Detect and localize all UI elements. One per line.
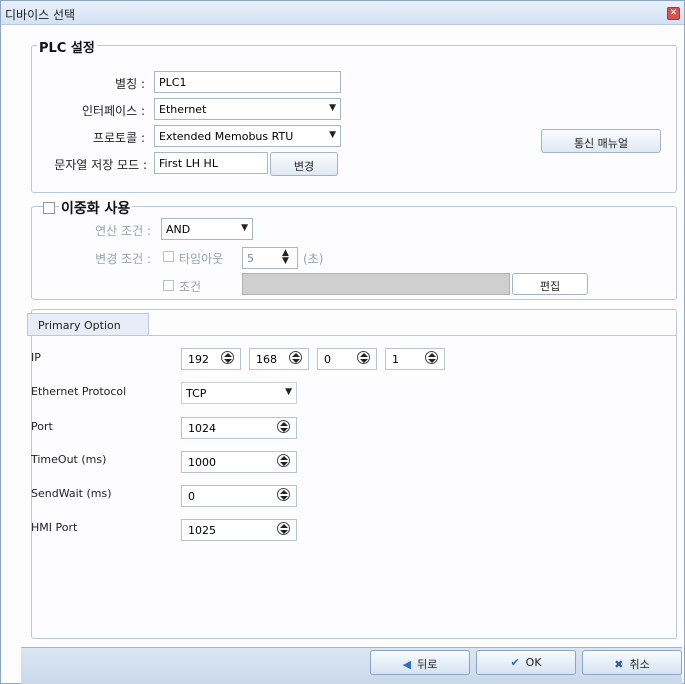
back-button[interactable]: ◀ 뒤로 bbox=[370, 650, 470, 675]
string-mode-label: 문자열 저장 모드 : bbox=[54, 158, 147, 172]
ip-label: IP bbox=[31, 351, 41, 364]
timeout-ms-label: TimeOut (ms) bbox=[31, 453, 107, 466]
close-x-icon: ✖ bbox=[614, 658, 624, 671]
condition-field bbox=[242, 273, 510, 295]
cancel-button-label: 취소 bbox=[629, 658, 650, 671]
timeout-checkbox[interactable] bbox=[163, 251, 174, 262]
timeout-unit: (초) bbox=[303, 252, 324, 266]
ip-octet-3-spinner-icon[interactable] bbox=[357, 351, 370, 364]
ip-octet-2-spinner-icon[interactable] bbox=[289, 351, 302, 364]
interface-label: 인터페이스 : bbox=[81, 104, 145, 118]
window-title: 디바이스 선택 bbox=[5, 8, 76, 22]
operation-condition-select[interactable]: AND bbox=[161, 218, 253, 240]
port-spinner-icon[interactable] bbox=[277, 420, 290, 433]
string-mode-field: First LH HL bbox=[154, 152, 268, 174]
ok-button[interactable]: ✔ OK bbox=[476, 650, 576, 675]
redundancy-title: 이중화 사용 bbox=[59, 198, 133, 218]
timeout-spinner-icon[interactable]: ▲ ▼ bbox=[282, 249, 289, 266]
ip-octet-1-spinner-icon[interactable] bbox=[221, 351, 234, 364]
sendwait-label: SendWait (ms) bbox=[31, 487, 112, 500]
ip-octet-4-spinner-icon[interactable] bbox=[425, 351, 438, 364]
protocol-select[interactable]: Extended Memobus RTU bbox=[154, 125, 341, 147]
condition-edit-button[interactable]: 편집 bbox=[512, 273, 588, 295]
hmi-port-label: HMI Port bbox=[31, 521, 78, 534]
cancel-button[interactable]: ✖ 취소 bbox=[582, 650, 682, 675]
operation-condition-label: 연산 조건 : bbox=[95, 224, 151, 238]
redundancy-checkbox[interactable] bbox=[43, 202, 55, 214]
sendwait-spinner-icon[interactable] bbox=[277, 488, 290, 501]
ethernet-protocol-label: Ethernet Protocol bbox=[31, 385, 127, 398]
protocol-label: 프로토콜 : bbox=[92, 131, 145, 145]
ok-button-label: OK bbox=[525, 656, 542, 669]
title-bar: 디바이스 선택 ✕ bbox=[1, 1, 684, 25]
ethernet-protocol-select[interactable]: TCP bbox=[181, 382, 297, 404]
string-mode-change-button[interactable]: 변경 bbox=[270, 152, 338, 176]
alias-label: 별칭 : bbox=[115, 77, 145, 91]
condition-checkbox[interactable] bbox=[163, 280, 174, 291]
check-icon: ✔ bbox=[510, 656, 520, 669]
condition-label: 조건 bbox=[179, 280, 202, 294]
back-button-label: 뒤로 bbox=[417, 658, 438, 671]
alias-input[interactable]: PLC1 bbox=[154, 71, 341, 93]
port-label: Port bbox=[31, 420, 53, 433]
plc-settings-title: PLC 설정 bbox=[37, 37, 97, 56]
timeout-label: 타임아웃 bbox=[179, 252, 224, 266]
back-arrow-icon: ◀ bbox=[402, 658, 412, 671]
communication-manual-button[interactable]: 통신 매뉴얼 bbox=[541, 129, 661, 153]
timeout-ms-spinner-icon[interactable] bbox=[277, 454, 290, 467]
hmi-port-spinner-icon[interactable] bbox=[277, 522, 290, 535]
tab-divider bbox=[27, 335, 676, 336]
timeout-input[interactable]: 5 bbox=[242, 247, 298, 269]
close-icon[interactable]: ✕ bbox=[667, 7, 680, 20]
device-select-window: 디바이스 선택 ✕ PLC 설정 별칭 : PLC1 인터페이스 : Ether… bbox=[0, 0, 685, 684]
interface-select[interactable]: Ethernet bbox=[154, 98, 341, 120]
tab-primary-option[interactable]: Primary Option bbox=[27, 313, 149, 336]
change-condition-label: 변경 조건 : bbox=[95, 252, 151, 266]
